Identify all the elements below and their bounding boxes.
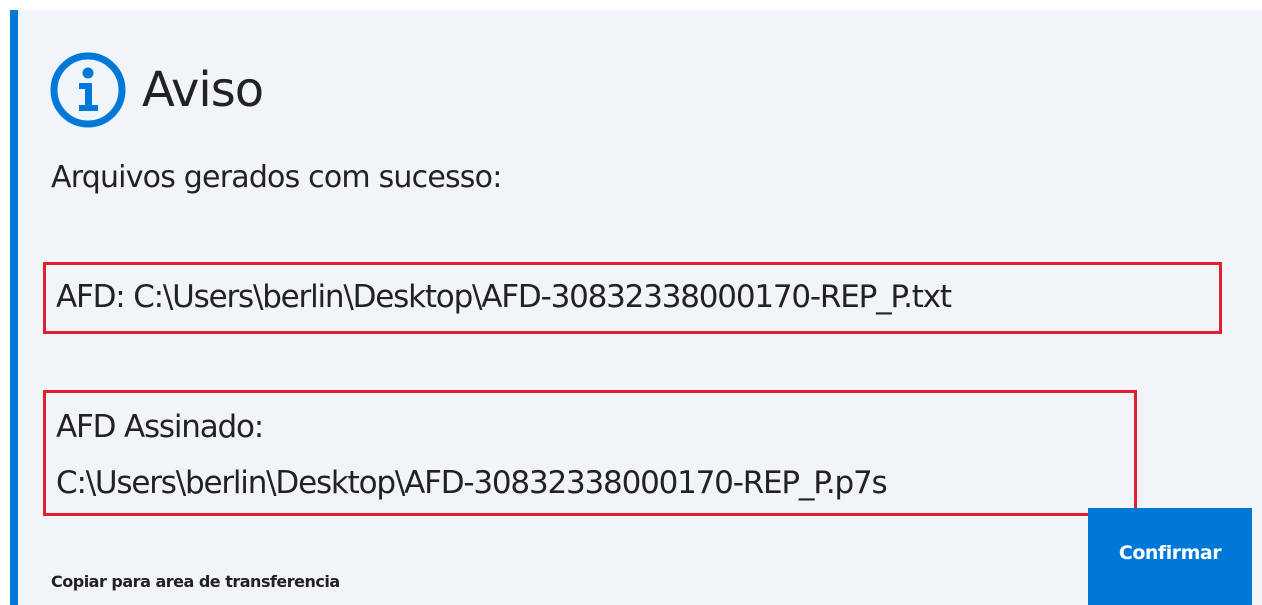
signed-afd-label: AFD Assinado: xyxy=(56,409,264,445)
info-icon xyxy=(50,52,126,128)
afd-path-text: AFD: C:\Users\berlin\Desktop\AFD-3083233… xyxy=(56,279,952,315)
success-message: Arquivos gerados com sucesso: xyxy=(51,160,502,195)
dialog-header: Aviso xyxy=(48,50,264,130)
confirm-button[interactable]: Confirmar xyxy=(1088,508,1252,605)
signed-afd-path-box: AFD Assinado: C:\Users\berlin\Desktop\AF… xyxy=(43,390,1137,516)
signed-afd-path-text: C:\Users\berlin\Desktop\AFD-308323380001… xyxy=(56,465,888,501)
copy-to-clipboard-link[interactable]: Copiar para area de transferencia xyxy=(51,572,340,591)
afd-path-box: AFD: C:\Users\berlin\Desktop\AFD-3083233… xyxy=(43,262,1222,334)
notice-dialog: Aviso Arquivos gerados com sucesso: AFD:… xyxy=(10,10,1262,605)
dialog-title: Aviso xyxy=(142,62,264,118)
